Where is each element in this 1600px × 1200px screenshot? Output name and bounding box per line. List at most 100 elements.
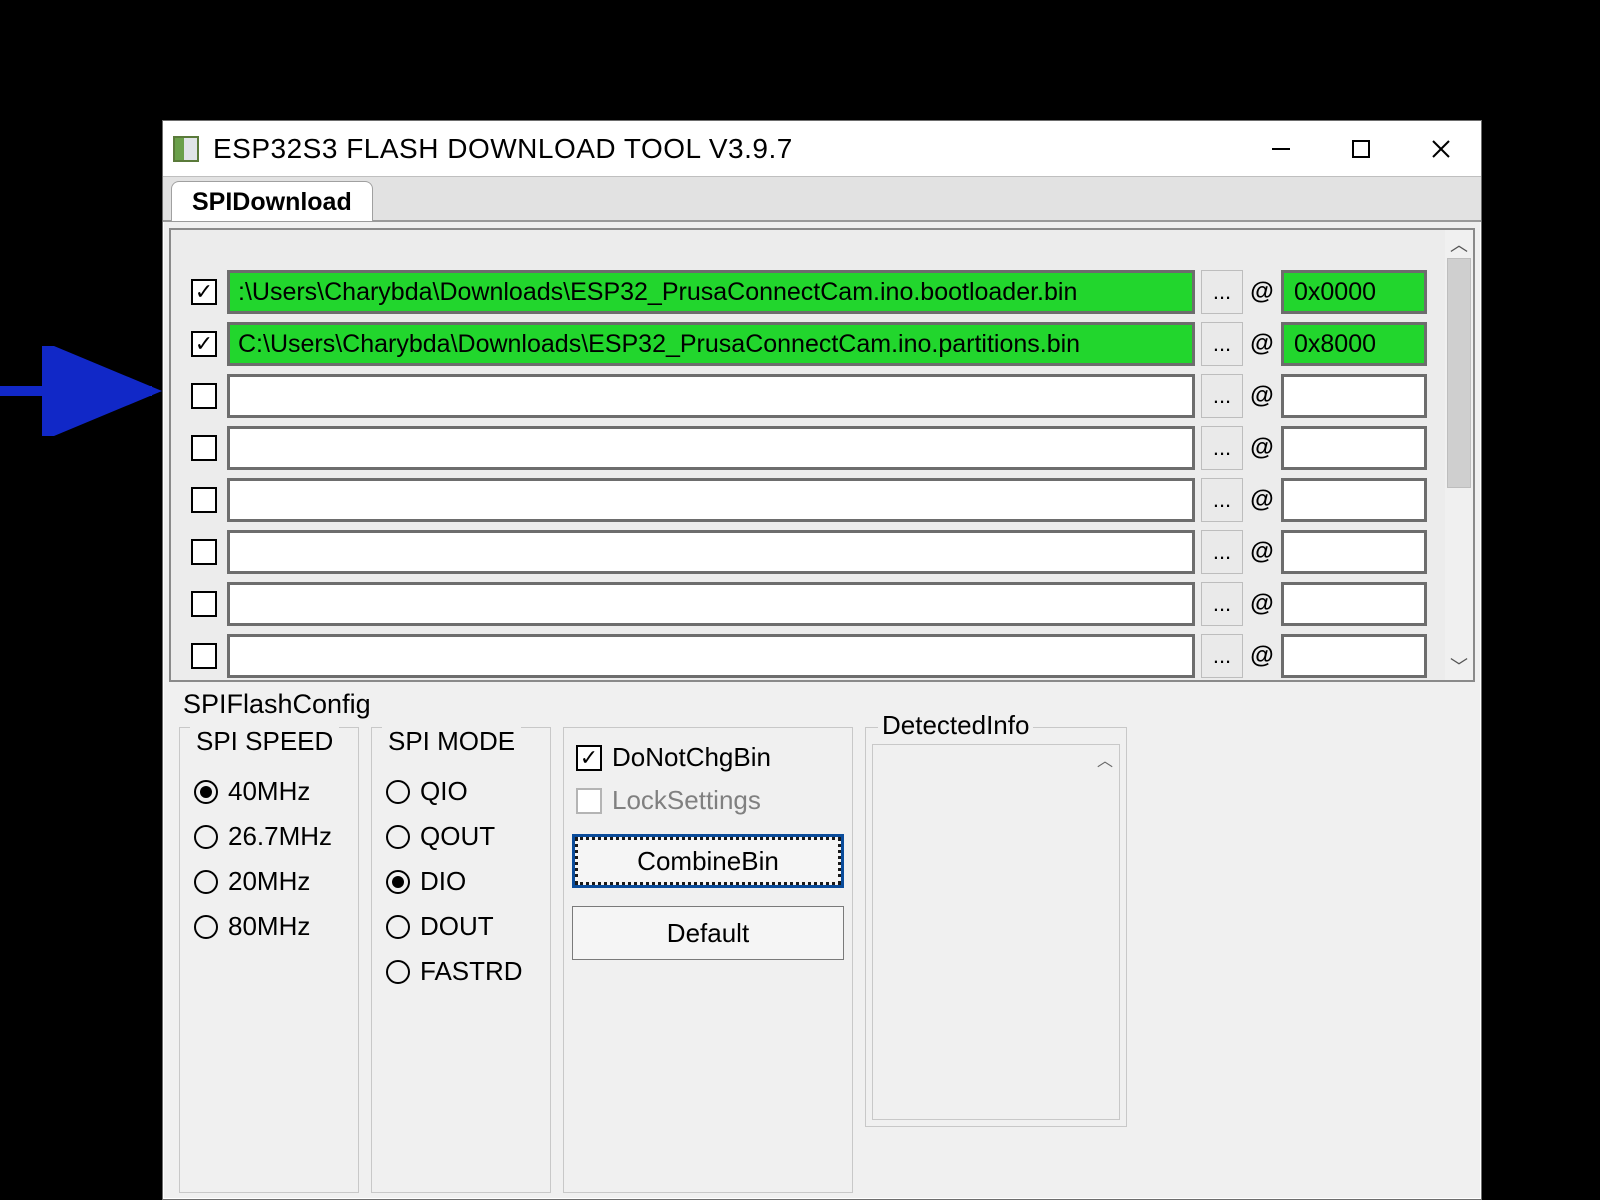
tab-spidownload[interactable]: SPIDownload (171, 181, 373, 221)
combinebin-button[interactable]: CombineBin (572, 834, 844, 888)
row-path-input[interactable]: C:\Users\Charybda\Downloads\ESP32_PrusaC… (227, 322, 1195, 366)
radio-icon (386, 825, 410, 849)
rows-scrollbar[interactable]: ︿ ﹀ (1445, 230, 1473, 680)
spi-speed-label: SPI SPEED (190, 726, 339, 757)
radio-qio[interactable]: QIO (386, 776, 536, 807)
spi-mode-label: SPI MODE (382, 726, 521, 757)
row-browse-button[interactable]: ... (1201, 426, 1243, 470)
row-enable-checkbox[interactable] (191, 487, 217, 513)
row-browse-button[interactable]: ... (1201, 478, 1243, 522)
radio-label: 40MHz (228, 776, 310, 807)
radio-qout[interactable]: QOUT (386, 821, 536, 852)
radio-20mhz[interactable]: 20MHz (194, 866, 344, 897)
row-path-input[interactable] (227, 426, 1195, 470)
row-address-input[interactable] (1281, 426, 1427, 470)
row-address-input[interactable] (1281, 634, 1427, 678)
row-address-input[interactable]: 0x8000 (1281, 322, 1427, 366)
spiflashconfig-label: SPIFlashConfig (183, 689, 371, 720)
row-address-input[interactable] (1281, 478, 1427, 522)
row-browse-button[interactable]: ... (1201, 634, 1243, 678)
radio-80mhz[interactable]: 80MHz (194, 911, 344, 942)
scroll-up-icon[interactable]: ︿ (1445, 230, 1473, 258)
row-browse-button[interactable]: ... (1201, 374, 1243, 418)
spi-speed-group: SPI SPEED 40MHz 26.7MHz 20MHz 80MHz (179, 727, 359, 1193)
donotchgbin-checkbox[interactable]: ✓ DoNotChgBin (572, 742, 844, 773)
close-button[interactable] (1401, 121, 1481, 176)
radio-icon (386, 960, 410, 984)
radio-fastrd[interactable]: FASTRD (386, 956, 536, 987)
radio-label: DOUT (420, 911, 494, 942)
locksettings-checkbox: LockSettings (572, 785, 844, 816)
row-address-input[interactable] (1281, 530, 1427, 574)
options-group: ✓ DoNotChgBin LockSettings CombineBin De… (563, 727, 853, 1193)
locksettings-label: LockSettings (612, 785, 761, 816)
tabstrip: SPIDownload (163, 176, 1481, 222)
donotchgbin-label: DoNotChgBin (612, 742, 771, 773)
radio-label: QOUT (420, 821, 495, 852)
radio-icon (386, 780, 410, 804)
at-symbol: @ (1249, 434, 1275, 462)
row-address-input[interactable]: 0x0000 (1281, 270, 1427, 314)
download-row: ✓ C:\Users\Charybda\Downloads\ESP32_Prusa… (191, 318, 1427, 370)
window-title: ESP32S3 FLASH DOWNLOAD TOOL V3.9.7 (213, 133, 793, 165)
row-address-input[interactable] (1281, 374, 1427, 418)
at-symbol: @ (1249, 642, 1275, 670)
radio-icon (194, 870, 218, 894)
row-browse-button[interactable]: ... (1201, 530, 1243, 574)
row-browse-button[interactable]: ... (1201, 582, 1243, 626)
at-symbol: @ (1249, 538, 1275, 566)
radio-label: 20MHz (228, 866, 310, 897)
scroll-down-icon[interactable]: ﹀ (1445, 652, 1473, 680)
download-row: ✓ :\Users\Charybda\Downloads\ESP32_PrusaC… (191, 266, 1427, 318)
row-enable-checkbox[interactable] (191, 591, 217, 617)
download-row: ...@ (191, 370, 1427, 422)
row-address-input[interactable] (1281, 582, 1427, 626)
row-path-input[interactable]: :\Users\Charybda\Downloads\ESP32_PrusaCo… (227, 270, 1195, 314)
at-symbol: @ (1249, 278, 1275, 306)
radio-267mhz[interactable]: 26.7MHz (194, 821, 344, 852)
scroll-thumb[interactable] (1447, 258, 1471, 488)
radio-icon (194, 915, 218, 939)
download-rows-panel: ✓ :\Users\Charybda\Downloads\ESP32_PrusaC… (169, 228, 1475, 682)
row-path-input[interactable] (227, 478, 1195, 522)
download-row: ...@ (191, 578, 1427, 630)
download-row: ...@ (191, 474, 1427, 526)
row-enable-checkbox[interactable] (191, 383, 217, 409)
radio-icon (194, 825, 218, 849)
radio-dout[interactable]: DOUT (386, 911, 536, 942)
default-button[interactable]: Default (572, 906, 844, 960)
at-symbol: @ (1249, 330, 1275, 358)
download-row: ...@ (191, 630, 1427, 680)
maximize-button[interactable] (1321, 121, 1401, 176)
radio-label: 80MHz (228, 911, 310, 942)
row-enable-checkbox[interactable] (191, 539, 217, 565)
at-symbol: @ (1249, 382, 1275, 410)
row-path-input[interactable] (227, 374, 1195, 418)
row-browse-button[interactable]: ... (1201, 322, 1243, 366)
detectedinfo-group: DetectedInfo ︿ (865, 727, 1127, 1127)
row-path-input[interactable] (227, 582, 1195, 626)
radio-label: 26.7MHz (228, 821, 332, 852)
row-enable-checkbox[interactable] (191, 643, 217, 669)
download-row: ...@ (191, 526, 1427, 578)
titlebar[interactable]: ESP32S3 FLASH DOWNLOAD TOOL V3.9.7 (163, 121, 1481, 176)
minimize-button[interactable] (1241, 121, 1321, 176)
spi-mode-group: SPI MODE QIO QOUT DIO DOUT FASTRD (371, 727, 551, 1193)
at-symbol: @ (1249, 486, 1275, 514)
row-browse-button[interactable]: ... (1201, 270, 1243, 314)
radio-icon (386, 870, 410, 894)
row-enable-checkbox[interactable]: ✓ (191, 279, 217, 305)
radio-40mhz[interactable]: 40MHz (194, 776, 344, 807)
radio-dio[interactable]: DIO (386, 866, 536, 897)
row-enable-checkbox[interactable] (191, 435, 217, 461)
annotation-arrow (0, 346, 180, 436)
detectedinfo-label: DetectedInfo (878, 710, 1033, 741)
row-enable-checkbox[interactable]: ✓ (191, 331, 217, 357)
radio-label: DIO (420, 866, 466, 897)
row-path-input[interactable] (227, 634, 1195, 678)
at-symbol: @ (1249, 590, 1275, 618)
scroll-up-icon[interactable]: ︿ (1093, 747, 1117, 771)
row-path-input[interactable] (227, 530, 1195, 574)
detectedinfo-textarea[interactable]: ︿ (872, 744, 1120, 1120)
download-row: ...@ (191, 422, 1427, 474)
